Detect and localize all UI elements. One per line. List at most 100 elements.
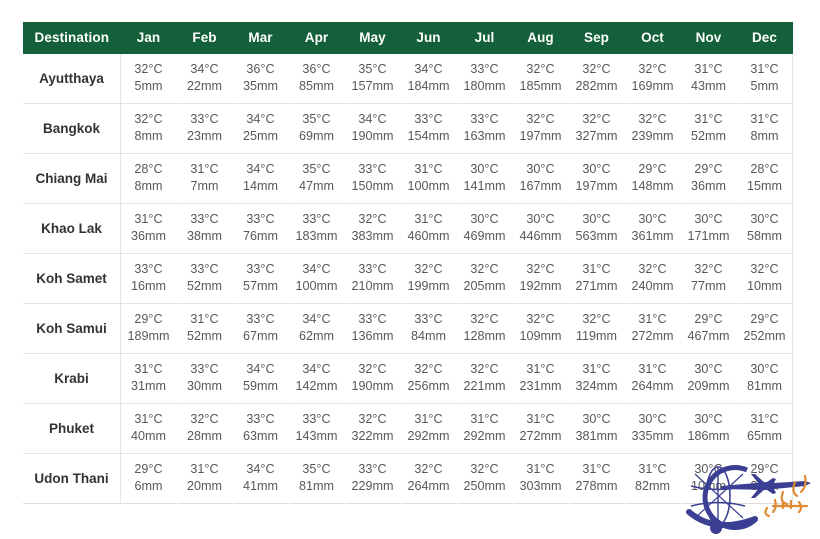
- temperature-value: 32°C: [526, 62, 555, 76]
- climate-cell: 30°C 563mm: [569, 204, 625, 254]
- rainfall-value: 292mm: [463, 429, 506, 443]
- temperature-value: 31°C: [750, 412, 779, 426]
- temperature-value: 31°C: [414, 412, 443, 426]
- climate-cell: 33°C 52mm: [177, 254, 233, 304]
- rainfall-value: 239mm: [631, 129, 674, 143]
- climate-cell: 34°C 22mm: [177, 54, 233, 104]
- temperature-value: 33°C: [246, 412, 275, 426]
- temperature-value: 31°C: [638, 312, 667, 326]
- climate-cell: 32°C 28mm: [177, 404, 233, 454]
- destination-cell[interactable]: Krabi: [22, 353, 121, 404]
- temperature-value: 31°C: [694, 62, 723, 76]
- temperature-value: 28°C: [750, 162, 779, 176]
- temperature-value: 33°C: [358, 462, 387, 476]
- rainfall-value: 57mm: [243, 279, 278, 293]
- rainfall-value: 100mm: [407, 179, 450, 193]
- temperature-value: 34°C: [246, 362, 275, 376]
- temperature-value: 30°C: [526, 212, 555, 226]
- destination-cell[interactable]: Koh Samet: [22, 253, 121, 304]
- column-header-mar[interactable]: Mar: [232, 22, 289, 54]
- temperature-value: 32°C: [526, 262, 555, 276]
- climate-cell: 32°C 264mm: [401, 454, 457, 504]
- rainfall-value: 100mm: [295, 279, 338, 293]
- table-body: Ayutthaya 32°C 5mm 34°C 22mm 36°C 35mm 36°C 85mm…: [22, 54, 793, 504]
- temperature-value: 36°C: [246, 62, 275, 76]
- column-header-jun[interactable]: Jun: [400, 22, 457, 54]
- destination-cell[interactable]: Ayutthaya: [22, 54, 121, 104]
- destination-cell[interactable]: Koh Samui: [22, 303, 121, 354]
- temperature-value: 29°C: [134, 312, 163, 326]
- rainfall-value: 264mm: [407, 479, 450, 493]
- destination-cell[interactable]: Udon Thani: [22, 453, 121, 504]
- column-header-nov[interactable]: Nov: [680, 22, 737, 54]
- rainfall-value: 81mm: [299, 479, 334, 493]
- temperature-value: 32°C: [358, 362, 387, 376]
- temperature-value: 31°C: [526, 362, 555, 376]
- column-header-destination[interactable]: Destination: [22, 22, 121, 54]
- rainfall-value: 16mm: [131, 279, 166, 293]
- temperature-value: 29°C: [638, 162, 667, 176]
- rainfall-value: 189mm: [127, 329, 170, 343]
- climate-cell: 36°C 85mm: [289, 54, 345, 104]
- climate-cell: 30°C 446mm: [513, 204, 569, 254]
- column-header-jan[interactable]: Jan: [120, 22, 177, 54]
- temperature-value: 31°C: [638, 362, 667, 376]
- rainfall-value: 250mm: [463, 479, 506, 493]
- destination-cell[interactable]: Khao Lak: [22, 203, 121, 254]
- climate-cell: 35°C 47mm: [289, 154, 345, 204]
- rainfall-value: 231mm: [519, 379, 562, 393]
- rainfall-value: 141mm: [463, 179, 506, 193]
- climate-cell: 31°C 100mm: [401, 154, 457, 204]
- climate-cell: 32°C 322mm: [345, 404, 401, 454]
- temperature-value: 33°C: [302, 412, 331, 426]
- rainfall-value: 8mm: [750, 129, 779, 143]
- column-header-oct[interactable]: Oct: [624, 22, 681, 54]
- destination-cell[interactable]: Bangkok: [22, 103, 121, 154]
- column-header-apr[interactable]: Apr: [288, 22, 345, 54]
- temperature-value: 31°C: [526, 412, 555, 426]
- temperature-value: 32°C: [582, 112, 611, 126]
- destination-cell[interactable]: Phuket: [22, 403, 121, 454]
- column-header-jul[interactable]: Jul: [456, 22, 513, 54]
- climate-cell: 34°C 142mm: [289, 354, 345, 404]
- column-header-feb[interactable]: Feb: [176, 22, 233, 54]
- rainfall-value: 81mm: [747, 379, 782, 393]
- rainfall-value: 62mm: [299, 329, 334, 343]
- rainfall-value: 31mm: [131, 379, 166, 393]
- rainfall-value: 5mm: [134, 79, 163, 93]
- column-header-aug[interactable]: Aug: [512, 22, 569, 54]
- temperature-value: 31°C: [414, 212, 443, 226]
- rainfall-value: 383mm: [351, 229, 394, 243]
- temperature-value: 31°C: [190, 162, 219, 176]
- rainfall-value: 8mm: [134, 179, 163, 193]
- climate-cell: 30°C 141mm: [457, 154, 513, 204]
- temperature-value: 35°C: [358, 62, 387, 76]
- temperature-value: 31°C: [694, 112, 723, 126]
- climate-cell: 31°C 303mm: [513, 454, 569, 504]
- rainfall-value: 190mm: [351, 379, 394, 393]
- column-header-may[interactable]: May: [344, 22, 401, 54]
- table-row: Ayutthaya 32°C 5mm 34°C 22mm 36°C 35mm 36°C 85mm…: [22, 54, 793, 104]
- climate-cell: 32°C 192mm: [513, 254, 569, 304]
- temperature-value: 32°C: [414, 262, 443, 276]
- rainfall-value: 14mm: [243, 179, 278, 193]
- climate-cell: 29°C 36mm: [681, 154, 737, 204]
- climate-cell: 31°C 8mm: [736, 103, 793, 154]
- climate-cell: 32°C 185mm: [513, 54, 569, 104]
- climate-cell: 30°C 209mm: [681, 354, 737, 404]
- climate-cell: 32°C 8mm: [121, 104, 177, 154]
- temperature-value: 30°C: [694, 362, 723, 376]
- climate-cell: 33°C 84mm: [401, 304, 457, 354]
- destination-cell[interactable]: Chiang Mai: [22, 153, 121, 204]
- rainfall-value: 256mm: [407, 379, 450, 393]
- rainfall-value: 8mm: [134, 129, 163, 143]
- rainfall-value: 197mm: [575, 179, 618, 193]
- column-header-sep[interactable]: Sep: [568, 22, 625, 54]
- column-header-dec[interactable]: Dec: [736, 22, 793, 54]
- climate-cell: 31°C 43mm: [681, 54, 737, 104]
- rainfall-value: 324mm: [575, 379, 618, 393]
- climate-cell: 28°C 8mm: [121, 154, 177, 204]
- rainfall-value: 148mm: [631, 179, 674, 193]
- climate-cell: 31°C 7mm: [177, 154, 233, 204]
- temperature-value: 32°C: [470, 262, 499, 276]
